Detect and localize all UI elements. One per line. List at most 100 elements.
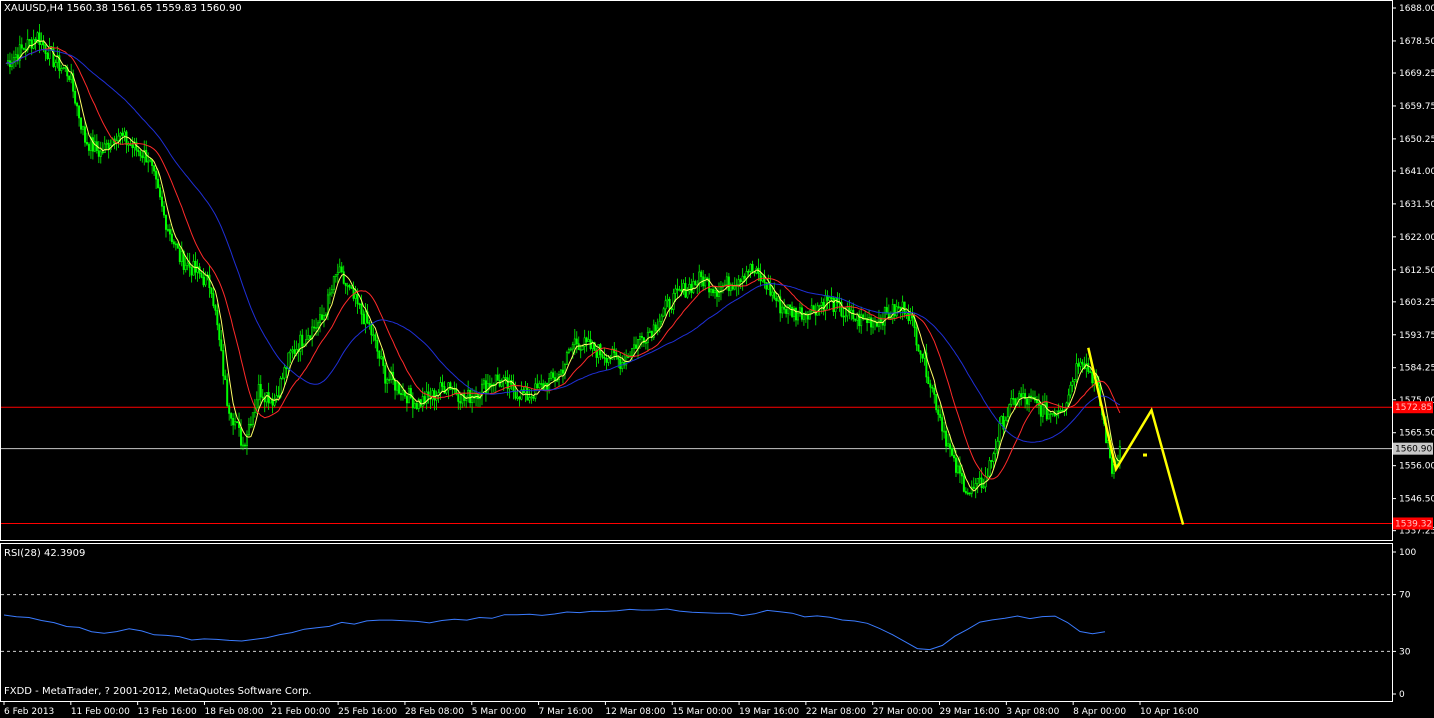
candle-body <box>561 369 564 374</box>
time-tick-label: 5 Mar 00:00 <box>472 707 527 717</box>
candle-body <box>783 306 786 310</box>
candle-body <box>958 465 961 474</box>
candle-body <box>1073 379 1076 383</box>
candle-body <box>569 348 572 351</box>
candle-body <box>1111 457 1113 474</box>
projection-zigzag[interactable] <box>1087 347 1185 525</box>
candle-body <box>670 308 673 310</box>
candle-body <box>137 149 140 152</box>
candle-body <box>84 126 86 143</box>
candle-body <box>941 417 944 432</box>
candle-body <box>1067 394 1070 404</box>
time-tick-label: 18 Feb 08:00 <box>204 707 263 717</box>
candle-body <box>1020 393 1023 398</box>
candle-body <box>674 288 677 294</box>
candle-body <box>749 263 752 272</box>
candle-body <box>528 397 531 401</box>
candle-body <box>259 384 262 398</box>
candle-body <box>795 307 797 321</box>
candle-body <box>380 356 383 359</box>
candle-body <box>785 309 788 314</box>
candle-body <box>376 339 379 352</box>
candle-body <box>607 357 610 363</box>
candle-body <box>243 444 246 447</box>
candle-body <box>313 326 316 329</box>
candle-body <box>1069 384 1072 396</box>
candle-body <box>646 332 649 343</box>
candle-body <box>791 306 794 317</box>
candle-body <box>180 251 183 262</box>
candle-body <box>842 315 845 318</box>
symbol-header: XAUUSD,H4 1560.38 1561.65 1559.83 1560.9… <box>4 3 242 14</box>
candle-body <box>1071 381 1074 386</box>
candle-body <box>411 397 414 409</box>
candle-body <box>617 356 620 360</box>
ma-mid-line <box>5 46 1121 480</box>
horizontal-levels[interactable]: 1572.85 1560.90 1539.32 <box>1 401 1433 530</box>
candle-body <box>208 274 211 289</box>
ma-fast-line <box>5 39 1121 492</box>
candle-body <box>968 492 971 495</box>
candle-body <box>1000 415 1003 424</box>
candle-body <box>157 178 160 188</box>
candle-body <box>174 243 177 246</box>
time-tick-label: 6 Feb 2013 <box>4 707 54 717</box>
candle-body <box>704 277 707 287</box>
candle-body <box>935 394 938 411</box>
candle-body <box>915 327 918 346</box>
time-tick-label: 13 Feb 16:00 <box>138 707 197 717</box>
time-tick-label: 28 Feb 08:00 <box>405 707 464 717</box>
candle-body <box>236 421 239 423</box>
candle-body <box>990 460 993 462</box>
candle-body <box>648 330 651 333</box>
candle-body <box>38 32 41 45</box>
candle-body <box>972 486 975 489</box>
candle-body <box>532 396 535 399</box>
time-tick-label: 10 Apr 16:00 <box>1140 707 1199 717</box>
candle-body <box>101 151 104 154</box>
candle-body <box>1006 416 1009 421</box>
rsi-tick-label: 70 <box>1399 591 1411 601</box>
candle-body <box>741 275 744 282</box>
candle-body <box>261 396 264 399</box>
candle-body <box>163 205 165 216</box>
candle-body <box>759 273 762 282</box>
time-tick-label: 8 Apr 00:00 <box>1073 707 1126 717</box>
projection-line <box>1087 347 1185 525</box>
candle-body <box>251 412 254 425</box>
candle-body <box>953 455 955 459</box>
candle-body <box>638 336 641 340</box>
candle-body <box>1061 410 1064 412</box>
price-tick-label: 1565.50 <box>1399 429 1434 439</box>
candle-body <box>249 423 252 426</box>
candle-body <box>289 350 292 354</box>
candle-body <box>530 396 533 399</box>
candle-body <box>257 384 260 401</box>
candle-body <box>186 262 189 266</box>
candle-body <box>733 286 736 290</box>
candle-body <box>775 297 778 302</box>
candle-body <box>504 377 507 379</box>
candle-body <box>1075 363 1078 381</box>
candle-body <box>676 288 679 291</box>
candle-body <box>60 68 63 71</box>
candle-body <box>872 320 875 328</box>
candle-body <box>99 151 102 157</box>
candle-body <box>893 304 896 317</box>
candle-body <box>550 372 553 379</box>
candle-body <box>781 306 784 314</box>
candle-body <box>319 314 322 324</box>
candle-body <box>155 170 158 180</box>
candle-body <box>534 383 537 399</box>
candle-body <box>168 229 171 235</box>
candle-body <box>82 126 85 130</box>
candle-body <box>743 275 746 279</box>
candle-body <box>828 297 831 301</box>
candle-body <box>469 389 472 404</box>
time-tick-label: 7 Mar 16:00 <box>539 707 594 717</box>
candle-body <box>627 356 630 359</box>
candle-body <box>573 338 576 346</box>
candle-body <box>680 289 683 292</box>
candle-body <box>897 306 900 308</box>
chart-area[interactable]: 1688.00 1678.50 1669.25 1659.75 1650.25 1641.… <box>0 0 1434 718</box>
